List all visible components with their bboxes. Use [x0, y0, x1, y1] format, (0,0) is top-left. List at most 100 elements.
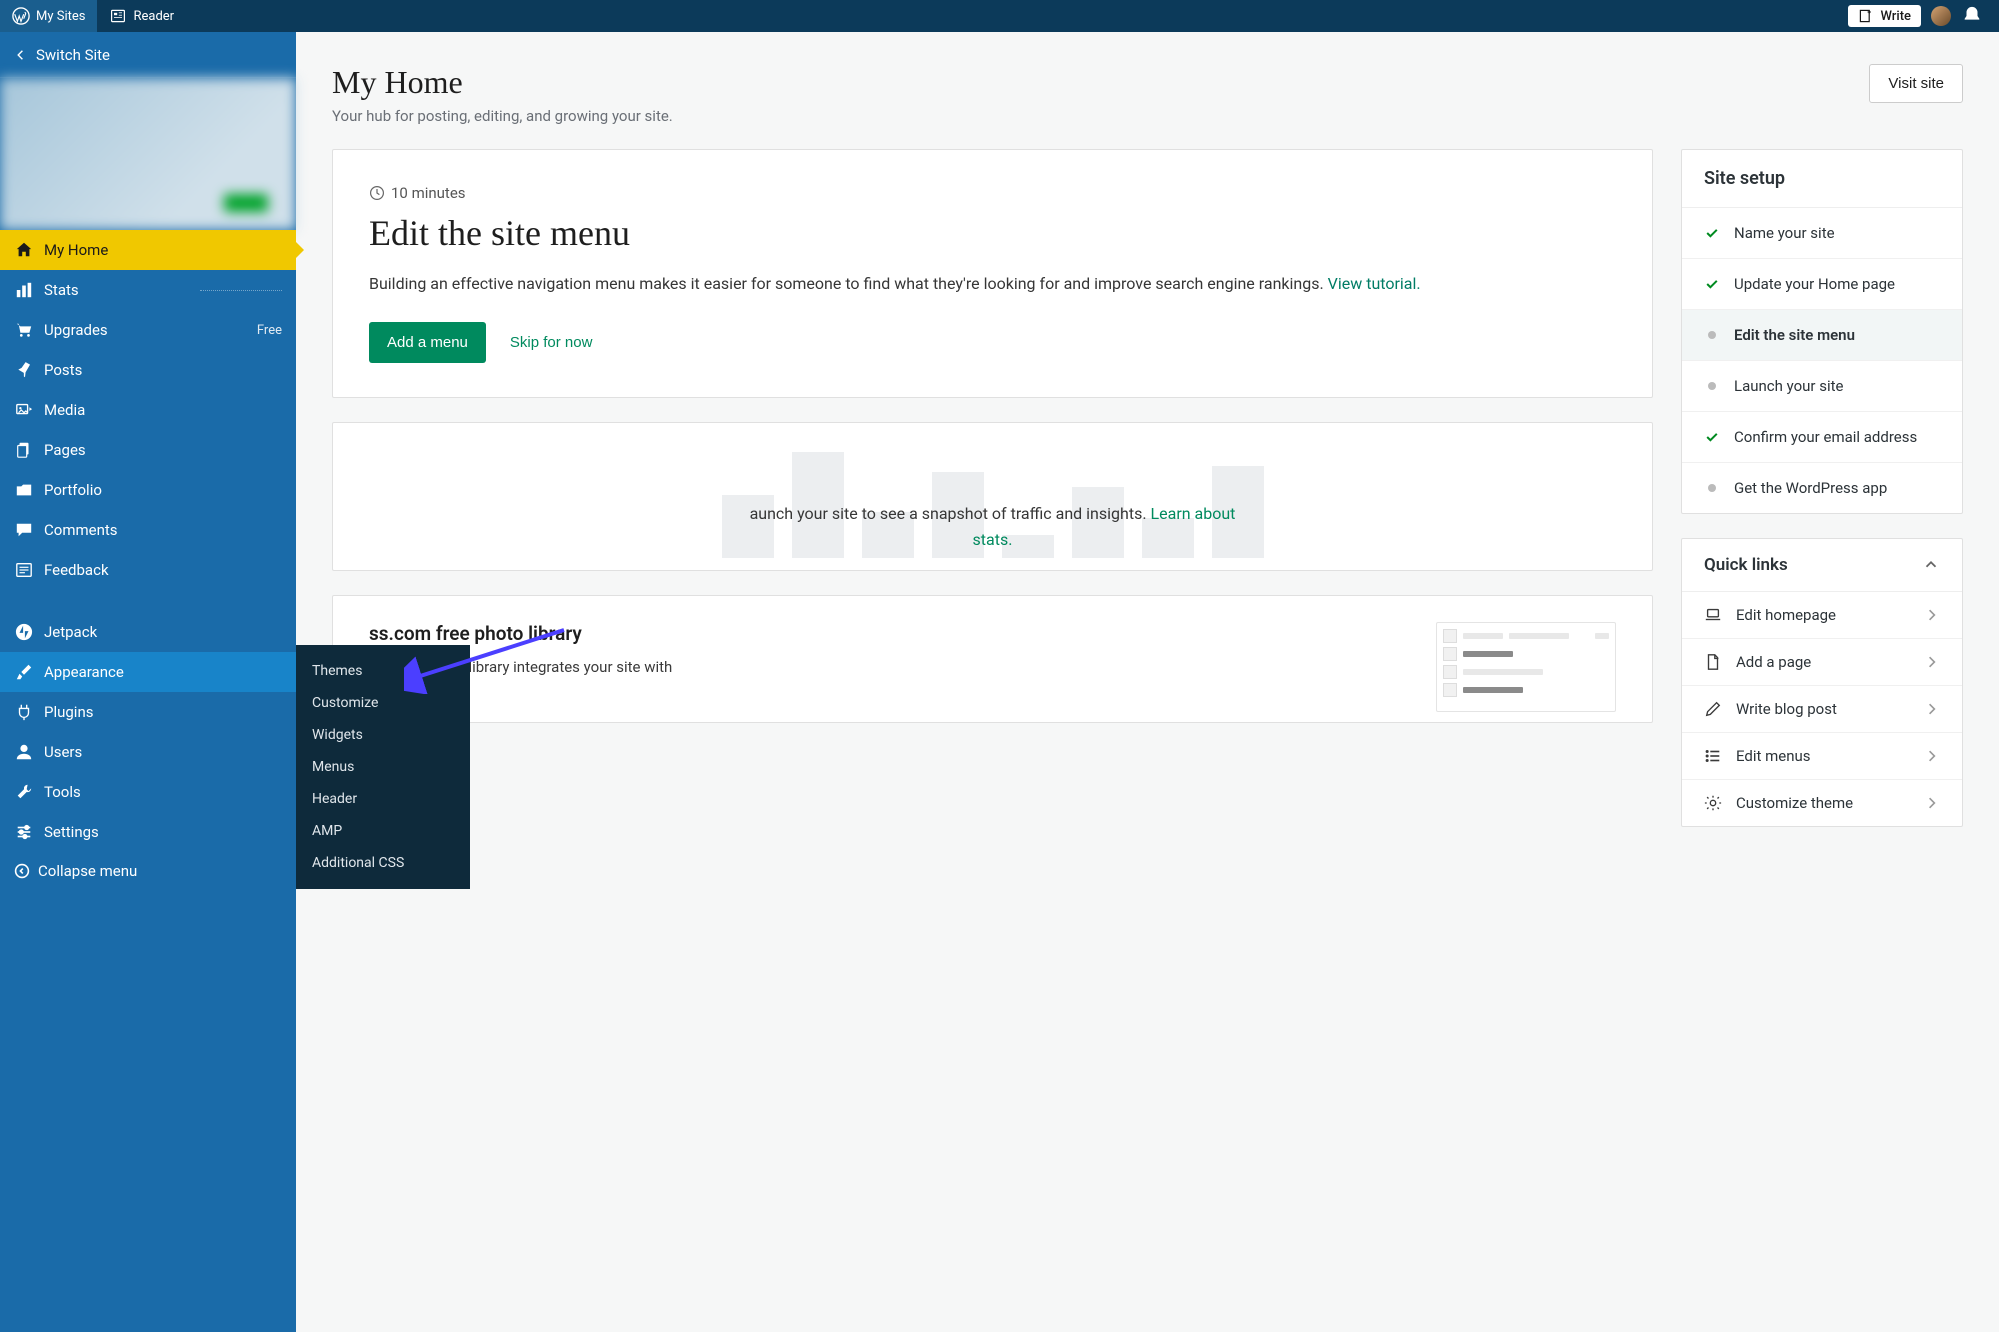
list-icon [1704, 747, 1722, 765]
photo-card-desc: Our free photo library integrates your s… [369, 655, 1412, 679]
dot-icon [1708, 382, 1716, 390]
sidebar-item-plugins[interactable]: Plugins [0, 692, 296, 732]
sidebar-item-comments[interactable]: Comments [0, 510, 296, 550]
chevron-left-icon [14, 48, 28, 62]
stats-icon [14, 280, 34, 300]
task-time: 10 minutes [369, 184, 1616, 202]
appearance-flyout: Themes Customize Widgets Menus Header AM… [296, 645, 470, 889]
sidebar-item-settings[interactable]: Settings [0, 812, 296, 852]
flyout-amp[interactable]: AMP [296, 815, 470, 847]
cart-icon [14, 320, 34, 340]
pages-icon [14, 440, 34, 460]
laptop-icon [1704, 606, 1722, 624]
switch-site-label: Switch Site [36, 46, 110, 64]
sidebar-item-upgrades[interactable]: Upgrades Free [0, 310, 296, 350]
reader-icon [109, 7, 127, 25]
user-icon [14, 742, 34, 762]
comment-icon [14, 520, 34, 540]
setup-item-launch[interactable]: Launch your site [1682, 361, 1962, 412]
topbar-reader-label: Reader [133, 9, 174, 24]
sidebar-menu: My Home Stats Upgrades Free Posts Media [0, 230, 296, 852]
clock-icon [369, 185, 385, 201]
switch-site[interactable]: Switch Site [0, 32, 296, 78]
feedback-icon [14, 560, 34, 580]
jetpack-icon [14, 622, 34, 642]
write-button[interactable]: Write [1848, 5, 1921, 27]
sidebar-item-feedback[interactable]: Feedback [0, 550, 296, 590]
sidebar-item-appearance[interactable]: Appearance [0, 652, 296, 692]
view-tutorial-link[interactable]: View tutorial. [1328, 274, 1421, 293]
check-icon [1704, 429, 1720, 445]
sidebar-item-portfolio[interactable]: Portfolio [0, 470, 296, 510]
collapse-icon [14, 863, 30, 879]
check-icon [1704, 276, 1720, 292]
flyout-widgets[interactable]: Widgets [296, 719, 470, 751]
upgrades-badge: Free [257, 323, 282, 338]
page-subtitle: Your hub for posting, editing, and growi… [332, 107, 1869, 125]
setup-item-get-app[interactable]: Get the WordPress app [1682, 463, 1962, 513]
home-icon [14, 240, 34, 260]
collapse-menu[interactable]: Collapse menu [0, 852, 296, 890]
sidebar-item-tools[interactable]: Tools [0, 772, 296, 812]
page-title: My Home [332, 64, 1869, 101]
stats-card: aunch your site to see a snapshot of tra… [332, 422, 1653, 571]
add-menu-button[interactable]: Add a menu [369, 322, 486, 363]
quick-customize-theme[interactable]: Customize theme [1682, 780, 1962, 826]
site-card[interactable] [0, 78, 296, 230]
chevron-up-icon [1922, 556, 1940, 574]
plug-icon [14, 702, 34, 722]
avatar[interactable] [1931, 6, 1951, 26]
site-setup-title: Site setup [1682, 150, 1962, 208]
setup-item-confirm-email[interactable]: Confirm your email address [1682, 412, 1962, 463]
chevron-right-icon [1924, 748, 1940, 764]
flyout-header[interactable]: Header [296, 783, 470, 815]
task-title: Edit the site menu [369, 212, 1616, 254]
sidebar-item-media[interactable]: Media [0, 390, 296, 430]
sidebar-item-my-home[interactable]: My Home [0, 230, 296, 270]
flyout-menus[interactable]: Menus [296, 751, 470, 783]
chevron-right-icon [1924, 607, 1940, 623]
chevron-right-icon [1924, 795, 1940, 811]
photo-illustration [1436, 622, 1616, 712]
sidebar-item-users[interactable]: Users [0, 732, 296, 772]
task-card: 10 minutes Edit the site menu Building a… [332, 149, 1653, 398]
gear-icon [1704, 794, 1722, 812]
skip-button[interactable]: Skip for now [510, 334, 593, 351]
visit-site-button[interactable]: Visit site [1869, 64, 1963, 103]
sidebar-item-jetpack[interactable]: Jetpack [0, 612, 296, 652]
main-content: My Home Your hub for posting, editing, a… [296, 32, 1999, 1332]
notifications-icon[interactable] [1961, 5, 1983, 27]
collapse-menu-label: Collapse menu [38, 862, 137, 880]
quick-add-page[interactable]: Add a page [1682, 639, 1962, 686]
chevron-right-icon [1924, 654, 1940, 670]
topbar-reader[interactable]: Reader [97, 0, 186, 32]
dot-icon [1708, 484, 1716, 492]
media-icon [14, 400, 34, 420]
chevron-right-icon [1924, 701, 1940, 717]
sidebar-item-pages[interactable]: Pages [0, 430, 296, 470]
setup-item-edit-menu[interactable]: Edit the site menu [1682, 310, 1962, 361]
write-icon [1858, 8, 1874, 24]
flyout-additional-css[interactable]: Additional CSS [296, 847, 470, 879]
quick-write-post[interactable]: Write blog post [1682, 686, 1962, 733]
wrench-icon [14, 782, 34, 802]
topbar-my-sites[interactable]: My Sites [0, 0, 97, 32]
quick-edit-homepage[interactable]: Edit homepage [1682, 592, 1962, 639]
dot-icon [1708, 331, 1716, 339]
stats-text: aunch your site to see a snapshot of tra… [733, 453, 1253, 552]
sidebar-item-stats[interactable]: Stats [0, 270, 296, 310]
quick-edit-menus[interactable]: Edit menus [1682, 733, 1962, 780]
pin-icon [14, 360, 34, 380]
setup-item-home-page[interactable]: Update your Home page [1682, 259, 1962, 310]
flyout-customize[interactable]: Customize [296, 687, 470, 719]
sidebar: Switch Site My Home Stats Upgrades Free … [0, 32, 296, 1332]
setup-item-name-site[interactable]: Name your site [1682, 208, 1962, 259]
topbar-my-sites-label: My Sites [36, 9, 85, 24]
portfolio-icon [14, 480, 34, 500]
photo-library-card: ss.com free photo library Our free photo… [332, 595, 1653, 723]
pencil-icon [1704, 700, 1722, 718]
flyout-themes[interactable]: Themes [296, 655, 470, 687]
sidebar-item-posts[interactable]: Posts [0, 350, 296, 390]
quick-links-header[interactable]: Quick links [1682, 539, 1962, 592]
task-description: Building an effective navigation menu ma… [369, 270, 1616, 298]
